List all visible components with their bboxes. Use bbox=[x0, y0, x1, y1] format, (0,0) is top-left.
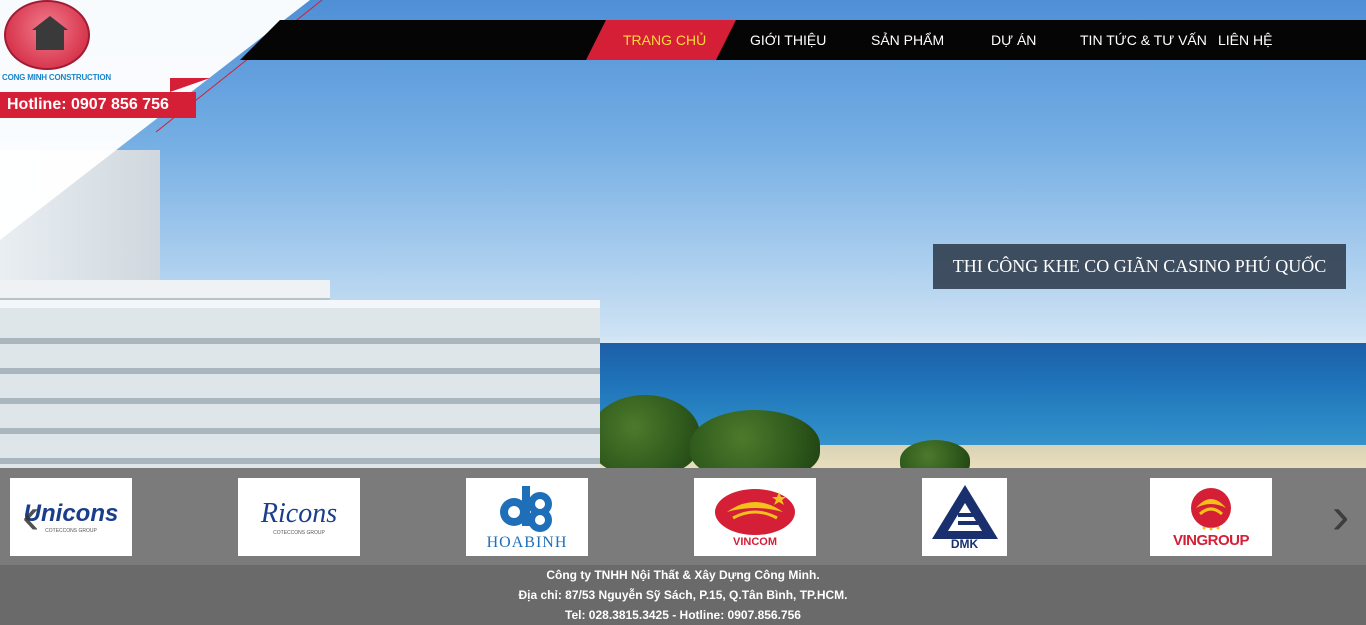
hotel-floor bbox=[0, 458, 600, 464]
hotline-banner[interactable]: Hotline: 0907 856 756 bbox=[0, 92, 196, 118]
logo-text: CONG MINH CONSTRUCTION bbox=[2, 73, 111, 82]
logo[interactable]: CONG MINH CONSTRUCTION bbox=[2, 0, 111, 86]
partner-logo-dmk[interactable]: DMK bbox=[922, 478, 1007, 556]
nav-item-about[interactable]: GIỚI THIỆU bbox=[736, 20, 840, 60]
hoabinh-emblem-icon bbox=[500, 486, 552, 532]
vingroup-emblem-icon bbox=[1191, 487, 1231, 530]
footer-address: Địa chỉ: 87/53 Nguyễn Sỹ Sách, P.15, Q.T… bbox=[518, 588, 848, 602]
hotel-building bbox=[0, 120, 600, 468]
hotel-floor bbox=[0, 428, 600, 434]
main-nav: TRANG CHỦ GIỚI THIỆU SẢN PHẨM DỰ ÁN TIN … bbox=[586, 20, 1318, 60]
footer-company: Công ty TNHH Nội Thất & Xây Dựng Công Mi… bbox=[546, 568, 820, 582]
hotel-block bbox=[0, 300, 600, 468]
hotline-tab-decoration bbox=[170, 78, 210, 92]
carousel-next-arrow-icon[interactable]: › bbox=[1332, 490, 1349, 542]
partner-name: Ricons bbox=[260, 498, 338, 529]
ricons-wordmark: Ricons COTECCONS GROUP bbox=[261, 498, 337, 536]
partner-sub: COTECCONS GROUP bbox=[273, 530, 325, 536]
palm-tree bbox=[590, 395, 700, 468]
vincom-emblem-icon bbox=[715, 489, 795, 535]
carousel-prev-arrow-icon[interactable]: ‹ bbox=[22, 490, 39, 542]
partner-name: HOABINH bbox=[486, 534, 568, 551]
nav-item-contact[interactable]: LIÊN HỆ bbox=[1218, 20, 1318, 60]
house-icon-body bbox=[36, 28, 64, 50]
partner-name: VINGROUP bbox=[1172, 531, 1250, 549]
partner-logo-vingroup[interactable]: VINGROUP bbox=[1150, 478, 1272, 556]
hotel-floor bbox=[0, 338, 600, 344]
partner-logo-hoabinh[interactable]: HOABINH bbox=[466, 478, 588, 556]
nav-item-projects[interactable]: DỰ ÁN bbox=[958, 20, 1050, 60]
hotel-floor bbox=[0, 368, 600, 374]
nav-item-products[interactable]: SẢN PHẨM bbox=[840, 20, 958, 60]
slider-caption[interactable]: THI CÔNG KHE CO GIÃN CASINO PHÚ QUỐC bbox=[933, 244, 1346, 289]
site-footer: Công ty TNHH Nội Thất & Xây Dựng Công Mi… bbox=[0, 565, 1366, 625]
partner-name: DMK bbox=[950, 537, 979, 551]
hotel-roof bbox=[0, 280, 330, 302]
nav-item-news[interactable]: TIN TỨC & TƯ VẤN bbox=[1050, 20, 1218, 60]
partners-carousel: Unicons COTECCONS GROUP Ricons COTECCONS… bbox=[0, 468, 1366, 565]
logo-emblem bbox=[4, 0, 90, 70]
dmk-emblem-icon bbox=[931, 485, 998, 539]
nav-item-home[interactable]: TRANG CHỦ bbox=[586, 20, 736, 60]
partner-name: VINCOM bbox=[733, 536, 777, 548]
partner-logo-ricons[interactable]: Ricons COTECCONS GROUP bbox=[238, 478, 360, 556]
hotel-floor bbox=[0, 398, 600, 404]
hero-slider bbox=[0, 0, 1366, 468]
footer-contact: Tel: 028.3815.3425 - Hotline: 0907.856.7… bbox=[565, 608, 801, 622]
partner-logo-vincom[interactable]: VINCOM bbox=[694, 478, 816, 556]
